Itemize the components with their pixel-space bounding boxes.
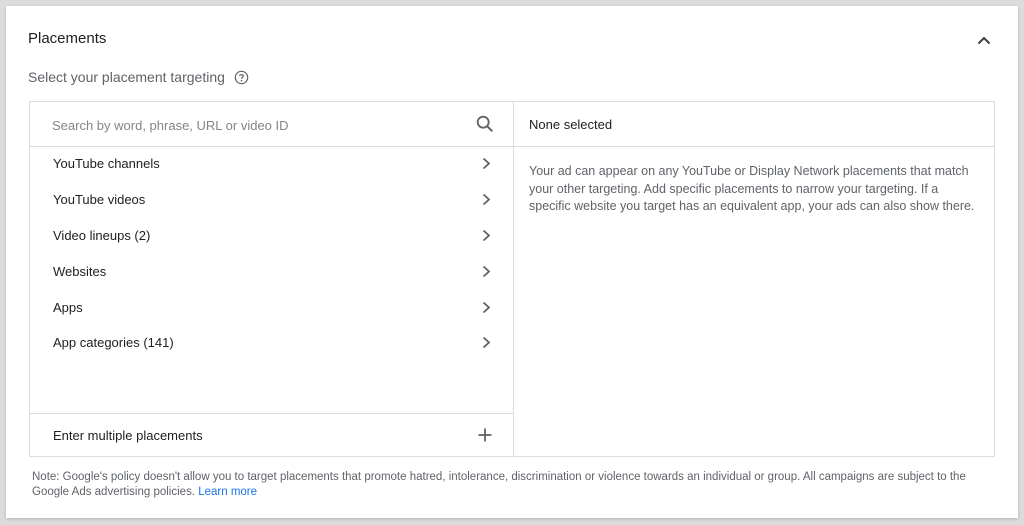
category-label: YouTube channels (53, 156, 160, 172)
section-title: Placements (28, 30, 107, 47)
category-label: Websites (53, 263, 107, 279)
category-item-youtube-videos[interactable]: YouTube videos (30, 182, 513, 218)
search-icon[interactable] (474, 113, 496, 135)
chevron-right-icon (482, 193, 491, 206)
selected-pane: None selected Your ad can appear on any … (514, 102, 994, 456)
category-item-websites[interactable]: Websites (30, 253, 513, 289)
chevron-right-icon (482, 301, 491, 314)
chevron-right-icon (482, 265, 491, 278)
plus-icon (478, 428, 492, 442)
enter-multiple-placements-button[interactable]: Enter multiple placements (30, 413, 513, 456)
policy-note-text: Note: Google's policy doesn't allow you … (32, 471, 966, 498)
browse-pane: YouTube channels YouTube videos Video li… (30, 102, 514, 456)
help-circle-icon[interactable] (234, 70, 249, 85)
category-item-youtube-channels[interactable]: YouTube channels (30, 146, 513, 182)
subtitle-text: Select your placement targeting (28, 69, 225, 85)
category-item-apps[interactable]: Apps (30, 289, 513, 325)
placements-card: Placements Select your placement targeti… (6, 6, 1018, 518)
subtitle: Select your placement targeting (28, 69, 249, 85)
learn-more-link[interactable]: Learn more (198, 486, 257, 498)
collapse-button[interactable] (972, 28, 996, 52)
search-input[interactable] (50, 112, 454, 138)
category-label: YouTube videos (53, 192, 146, 208)
category-label: Video lineups (2) (53, 227, 151, 243)
selected-header: None selected (514, 102, 994, 147)
policy-note: Note: Google's policy doesn't allow you … (32, 470, 992, 499)
chevron-right-icon (482, 229, 491, 242)
category-list: YouTube channels YouTube videos Video li… (30, 146, 513, 361)
search-row (30, 102, 513, 147)
selected-description: Your ad can appear on any YouTube or Dis… (529, 164, 975, 213)
chevron-right-icon (482, 336, 491, 349)
category-label: Apps (53, 299, 83, 315)
placement-panel: YouTube channels YouTube videos Video li… (29, 101, 995, 457)
category-label: App categories (141) (53, 335, 174, 351)
chevron-up-icon (977, 36, 991, 44)
enter-multiple-label: Enter multiple placements (53, 427, 203, 443)
chevron-right-icon (482, 157, 491, 170)
category-item-video-lineups[interactable]: Video lineups (2) (30, 218, 513, 254)
category-item-app-categories[interactable]: App categories (141) (30, 325, 513, 361)
